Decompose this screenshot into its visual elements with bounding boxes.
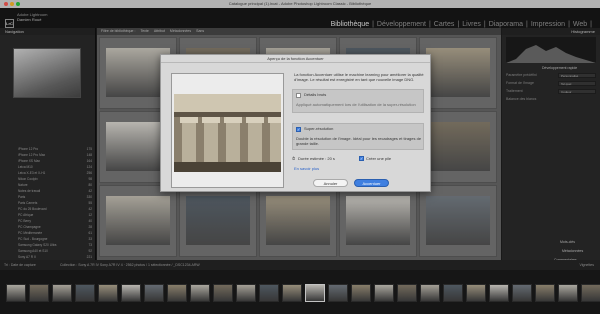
raw-details-section: Détails bruts Appliqué automatiquement l… xyxy=(292,89,424,113)
learn-more-link[interactable]: En savoir plus xyxy=(294,166,319,171)
super-resolution-section: ✓ Super-résolution Double la résolution … xyxy=(292,123,424,150)
super-resolution-checkbox[interactable]: ✓ xyxy=(296,127,301,132)
super-resolution-desc: Double la résolution de l'image. Idéal p… xyxy=(296,136,422,146)
super-resolution-label: Super-résolution xyxy=(304,126,334,131)
dialog-intro: La fonction Accentuer utilise le machine… xyxy=(294,72,424,82)
enhance-preview-dialog: Aperçu de la fonction Accentuer La fonct… xyxy=(160,54,431,192)
dialog-title: Aperçu de la fonction Accentuer xyxy=(161,55,430,63)
raw-details-desc: Appliqué automatiquement lors de l'utili… xyxy=(296,102,416,107)
raw-details-checkbox[interactable] xyxy=(296,93,301,98)
cancel-button[interactable]: Annuler xyxy=(313,179,348,187)
create-stack-checkbox[interactable]: ✓ xyxy=(359,156,364,161)
create-stack-label: Créer une pile xyxy=(366,156,392,161)
preview-photo xyxy=(174,94,281,172)
raw-details-label: Détails bruts xyxy=(304,92,327,97)
enhance-preview-pane[interactable] xyxy=(171,73,284,188)
estimated-duration: Durée estimée : 20 s xyxy=(298,156,335,161)
stopwatch-icon: ⏱ xyxy=(292,156,296,161)
enhance-button[interactable]: Accentuer xyxy=(354,179,389,187)
